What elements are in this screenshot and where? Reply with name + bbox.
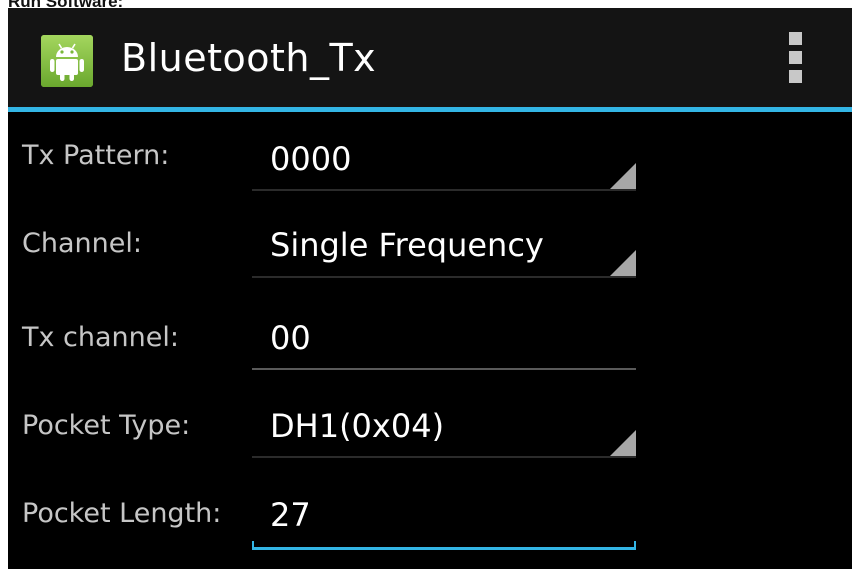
pocket-length-label: Pocket Length: bbox=[22, 498, 222, 529]
spinner-underline bbox=[252, 189, 636, 191]
tx-channel-value: 00 bbox=[270, 319, 311, 357]
action-bar-divider bbox=[8, 107, 852, 112]
channel-spinner[interactable]: Single Frequency bbox=[252, 200, 636, 278]
spinner-underline bbox=[252, 456, 636, 458]
pocket-length-value: 27 bbox=[270, 496, 311, 534]
input-underline-focused bbox=[252, 547, 636, 550]
app-title: Bluetooth_Tx bbox=[121, 36, 377, 80]
input-corner-right bbox=[634, 541, 636, 550]
spinner-arrow-icon bbox=[610, 163, 636, 189]
tx-channel-input[interactable]: 00 bbox=[252, 292, 636, 370]
pocket-type-spinner[interactable]: DH1(0x04) bbox=[252, 380, 636, 458]
overflow-menu-icon[interactable] bbox=[780, 28, 814, 86]
action-bar: Bluetooth_Tx bbox=[8, 8, 852, 107]
pocket-length-input[interactable]: 27 bbox=[252, 472, 636, 550]
channel-value: Single Frequency bbox=[270, 226, 544, 264]
channel-label: Channel: bbox=[22, 228, 142, 259]
spinner-arrow-icon bbox=[610, 250, 636, 276]
input-underline bbox=[252, 368, 636, 370]
tx-pattern-value: 0000 bbox=[270, 140, 352, 178]
android-icon bbox=[41, 35, 93, 87]
tx-pattern-spinner[interactable]: 0000 bbox=[252, 113, 636, 191]
pocket-type-value: DH1(0x04) bbox=[270, 407, 445, 445]
spinner-underline bbox=[252, 276, 636, 278]
tx-pattern-label: Tx Pattern: bbox=[22, 140, 170, 171]
pocket-type-label: Pocket Type: bbox=[22, 410, 191, 441]
tx-channel-label: Tx channel: bbox=[22, 322, 179, 353]
input-corner-left bbox=[252, 541, 254, 550]
app-screen: Bluetooth_Tx Tx Pattern: 0000 Channel: S… bbox=[8, 8, 852, 569]
spinner-arrow-icon bbox=[610, 430, 636, 456]
